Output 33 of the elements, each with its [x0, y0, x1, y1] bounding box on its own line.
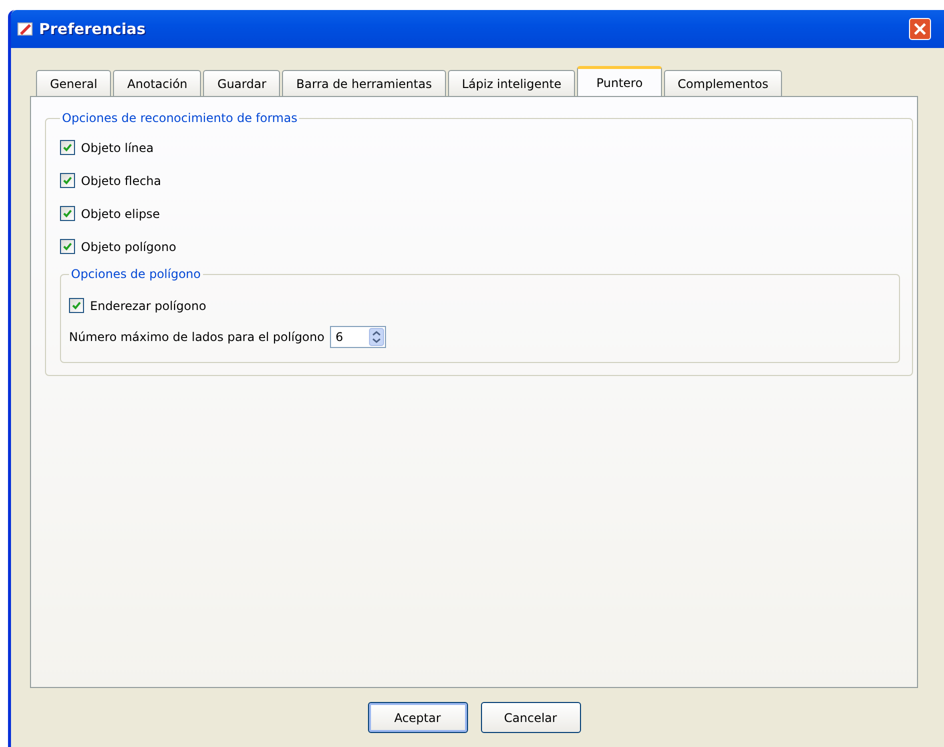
spin-field[interactable]: 6: [330, 326, 386, 348]
group-title: Opciones de reconocimiento de formas: [61, 111, 298, 125]
checkbox[interactable]: [60, 173, 75, 188]
dialog-button[interactable]: Cancelar: [480, 702, 580, 733]
checkmark-icon: [63, 242, 72, 251]
checkbox-label[interactable]: Objeto flecha: [81, 174, 162, 188]
checkbox-label[interactable]: Objeto elipse: [81, 206, 160, 220]
close-icon[interactable]: [913, 22, 927, 36]
close-button[interactable]: [909, 18, 931, 40]
tab[interactable]: Barra de herramientas: [282, 70, 446, 96]
checkbox-label[interactable]: Objeto polígono: [81, 240, 176, 254]
checkbox[interactable]: [69, 298, 84, 313]
pencil-icon: [17, 21, 33, 37]
dialog-button[interactable]: Aceptar: [368, 702, 468, 733]
tab[interactable]: Complementos: [664, 70, 782, 96]
tab[interactable]: Puntero: [577, 66, 662, 96]
checkmark-icon: [63, 143, 72, 152]
checkbox[interactable]: [60, 140, 75, 155]
checkbox[interactable]: [60, 239, 75, 254]
group-title: Opciones de polígono: [70, 267, 202, 281]
checkbox-label[interactable]: Objeto línea: [81, 140, 154, 154]
checkmark-icon: [72, 301, 81, 310]
spin-arrows-icon[interactable]: [369, 328, 384, 346]
checkbox[interactable]: [60, 206, 75, 221]
tab[interactable]: Guardar: [203, 70, 280, 96]
tab[interactable]: General: [36, 70, 112, 96]
tab[interactable]: Lápiz inteligente: [448, 70, 576, 96]
window-title: Preferencias: [39, 20, 147, 38]
checkbox-label[interactable]: Enderezar polígono: [90, 298, 206, 312]
checkmark-icon: [63, 209, 72, 218]
field-label: Número máximo de lados para el polígono: [69, 330, 324, 344]
checkmark-icon: [63, 176, 72, 185]
tab[interactable]: Anotación: [113, 70, 202, 96]
